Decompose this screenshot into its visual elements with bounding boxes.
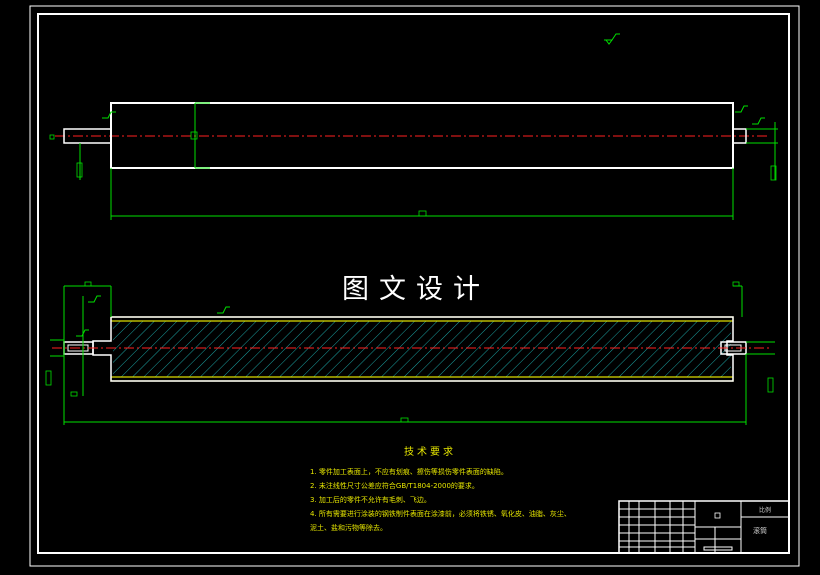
right-bore-dim-text	[767, 377, 774, 393]
roughness-symbol-top-right	[735, 105, 765, 125]
tech-note-4: 4. 所有需要进行涂装的钢铁制件表面在涂漆前，必须将铁锈、氧化皮、油脂、灰尘、	[310, 509, 571, 518]
section-length-text	[400, 417, 409, 423]
right-step-dim-text	[732, 281, 740, 287]
roller-elevation-view	[49, 102, 778, 220]
left-bottom-dim-text	[70, 391, 78, 397]
technical-requirements: 技术要求 1. 零件加工表面上，不应有划痕、擦伤等损伤零件表面的缺陷。 2. 未…	[310, 445, 571, 532]
roughness-symbol-general	[604, 33, 620, 45]
tech-note-2: 2. 未注线性尺寸公差应符合GB/T1804-2000的要求。	[310, 481, 479, 490]
tech-note-5: 泥土、盐和污物等除去。	[310, 523, 387, 532]
tech-note-3: 3. 加工后的零件不允许有毛刺、飞边。	[310, 495, 431, 504]
tech-title: 技术要求	[404, 445, 456, 458]
title-block-scale: 比例	[759, 506, 771, 514]
left-bore-dim-text	[45, 370, 52, 386]
title-block-part-name: 滚筒	[753, 526, 767, 535]
length-dim-text	[418, 210, 427, 217]
section-hatch	[113, 321, 731, 377]
left-shaft-mark	[49, 134, 55, 140]
cad-drawing: 图文设计 技术要求 1. 零件加工表面上，不应有划痕、擦伤等损伤零件表面的缺陷。…	[29, 5, 800, 567]
left-step-dim-text	[84, 281, 92, 287]
watermark-text: 图文设计	[342, 274, 490, 305]
tech-note-1: 1. 零件加工表面上，不应有划痕、擦伤等损伤零件表面的缺陷。	[310, 467, 508, 476]
roughness-symbol-top-left	[102, 111, 116, 119]
